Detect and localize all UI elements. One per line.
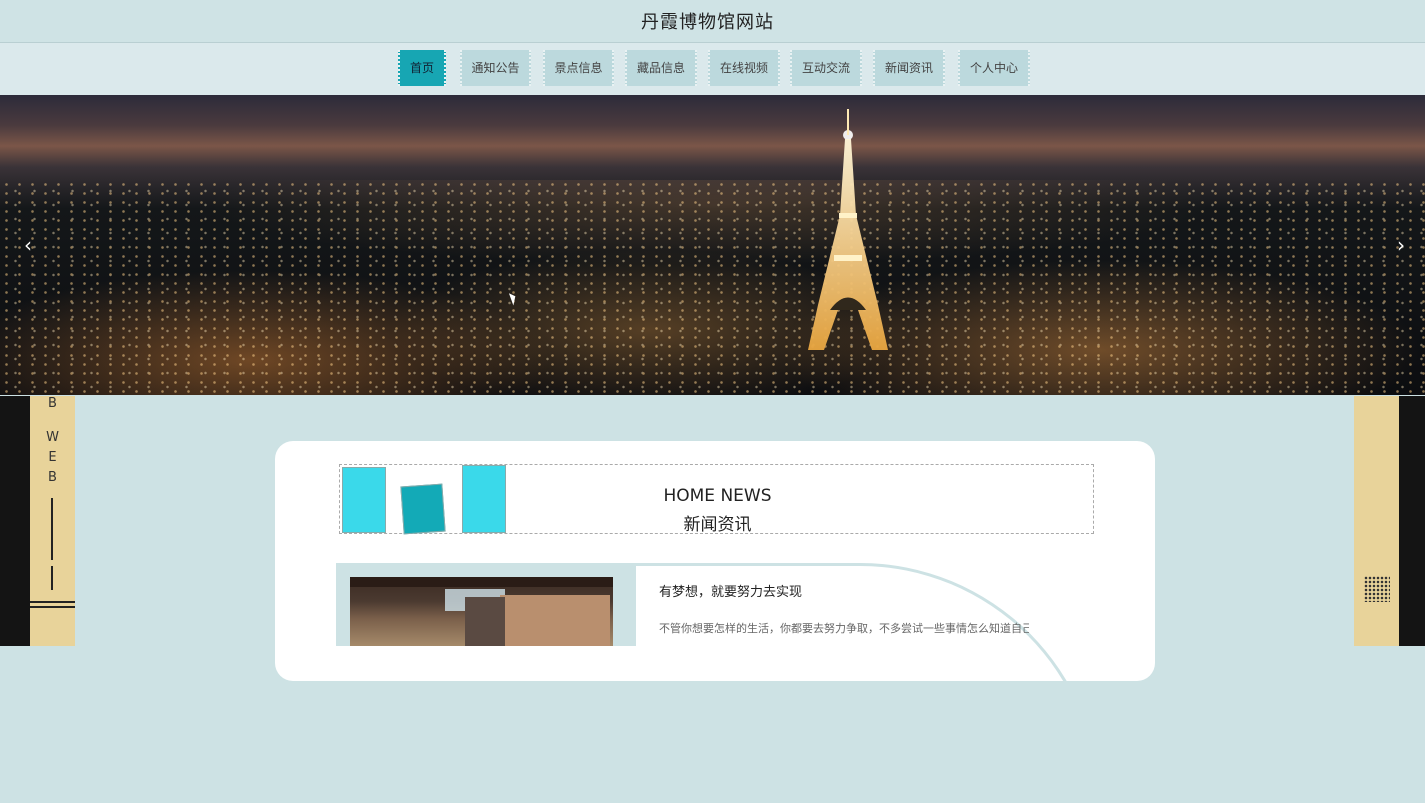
news-item-excerpt: 不管你想要怎样的生活，你都要去努力争取，不多尝试一些事情怎么知道自己	[659, 622, 1029, 635]
left-dark-strip	[0, 396, 30, 646]
side-letter: W	[46, 430, 59, 445]
news-title-zh: 新闻资讯	[683, 515, 752, 535]
right-side-decoration	[1354, 396, 1399, 646]
chevron-right-icon[interactable]: ›	[1391, 235, 1411, 255]
grid-pattern-icon	[1364, 576, 1390, 602]
nav-item-collections[interactable]: 藏品信息	[625, 50, 697, 86]
site-title: 丹霞博物馆网站	[641, 12, 774, 33]
horizontal-divider	[30, 601, 75, 603]
nav-item-notices[interactable]: 通知公告	[460, 50, 531, 86]
vertical-divider	[51, 498, 53, 560]
nav-item-attractions[interactable]: 景点信息	[543, 50, 614, 86]
nav-item-interaction[interactable]: 互动交流	[790, 50, 862, 86]
side-letter: B	[48, 470, 57, 485]
eiffel-tower-illustration	[808, 109, 888, 350]
news-title-en: HOME NEWS	[663, 486, 772, 506]
news-item-title[interactable]: 有梦想，就要努力去实现	[659, 581, 802, 600]
display-case	[465, 597, 505, 646]
right-dark-strip	[1399, 396, 1425, 646]
news-thumbnail[interactable]	[350, 577, 613, 646]
exhibit-wall	[500, 595, 610, 646]
side-letter: E	[48, 450, 57, 465]
horizontal-divider	[30, 606, 75, 608]
ceiling-beam	[350, 577, 613, 587]
nav-item-videos[interactable]: 在线视频	[708, 50, 780, 86]
vertical-divider	[51, 566, 53, 590]
nav-item-user-center[interactable]: 个人中心	[958, 50, 1030, 86]
news-section-header: HOME NEWS 新闻资讯	[339, 464, 1094, 535]
side-letter: B	[48, 396, 57, 411]
left-side-decoration: B W E B	[30, 396, 75, 646]
main-nav: 首页 通知公告 景点信息 藏品信息 在线视频 互动交流 新闻资讯 个人中心	[0, 43, 1425, 95]
nav-item-news[interactable]: 新闻资讯	[873, 50, 945, 86]
chevron-left-icon[interactable]: ‹	[18, 235, 38, 255]
banner-carousel[interactable]: ‹ ›	[0, 95, 1425, 395]
city-lights	[0, 180, 1425, 395]
nav-item-home[interactable]: 首页	[398, 50, 446, 86]
site-header: 丹霞博物馆网站	[0, 0, 1425, 43]
